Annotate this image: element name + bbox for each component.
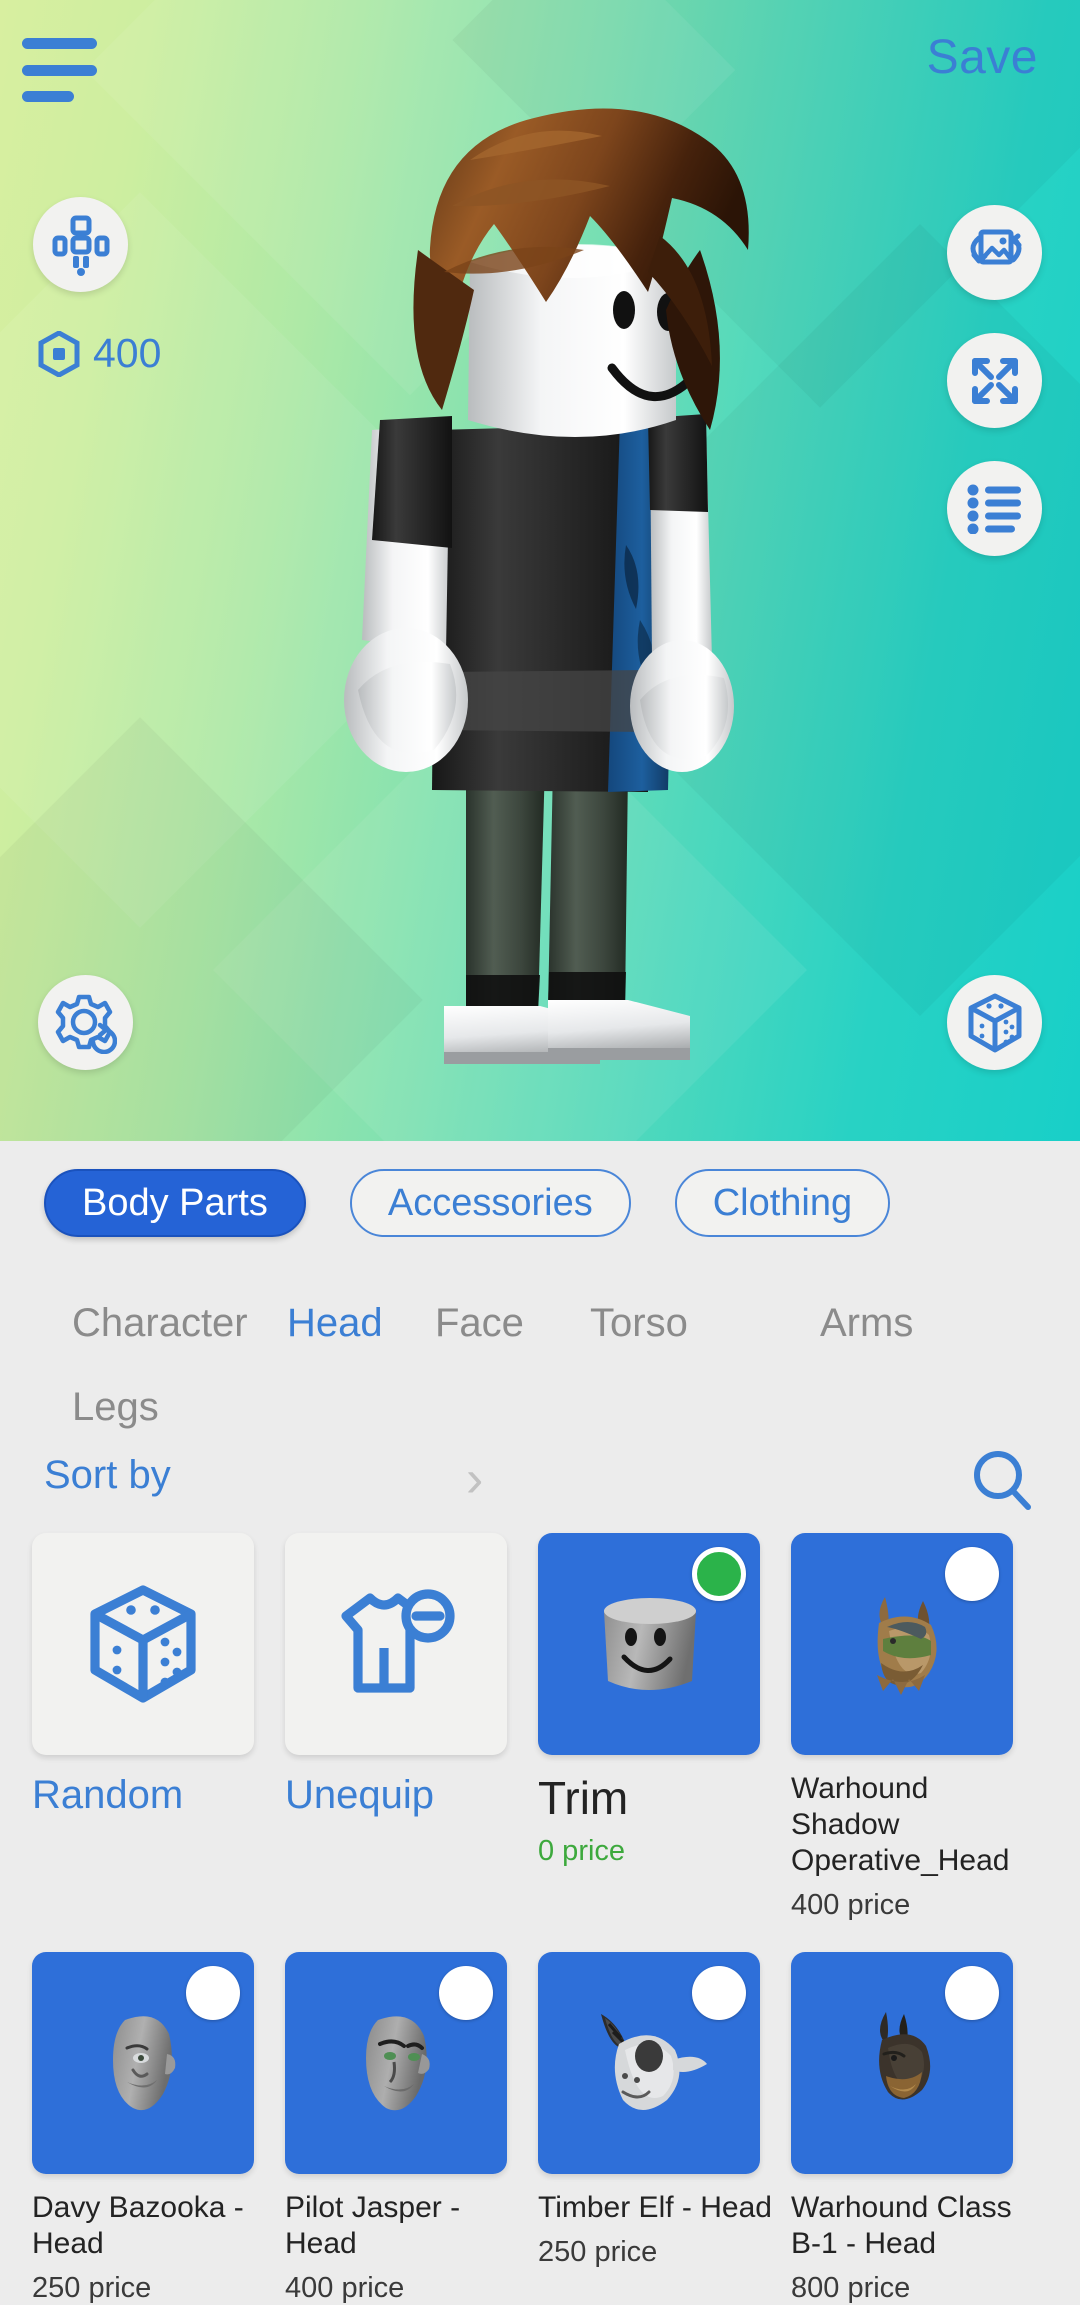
- avatar-character[interactable]: [0, 0, 1080, 1141]
- grid-cell-random: Random: [32, 1533, 285, 1922]
- category-tabs: Body Parts Accessories Clothing: [0, 1169, 1080, 1237]
- tab-accessories[interactable]: Accessories: [349, 1169, 631, 1237]
- cell-price: 400 price: [285, 2272, 405, 2304]
- grid-cell-item: Warhound Shadow Operative_Head 400 price: [791, 1533, 1044, 1922]
- save-button[interactable]: Save: [927, 30, 1038, 85]
- pilot-jasper-head-thumb: [366, 2016, 430, 2111]
- cell-label: Trim: [538, 1772, 629, 1824]
- cell-price: 800 price: [791, 2272, 911, 2304]
- equipped-badge: [692, 1547, 746, 1601]
- warhound-shadow-head-thumb: [877, 1597, 937, 1695]
- tab-label: Clothing: [712, 1181, 853, 1224]
- item-grid: Random Unequip Trim 0 price Warhound Sha…: [0, 1533, 1080, 2305]
- cell-price: 250 price: [32, 2272, 152, 2304]
- subcategory-torso[interactable]: Torso: [590, 1281, 820, 1365]
- expand-button[interactable]: [947, 333, 1042, 428]
- subcategory-arms[interactable]: Arms: [820, 1281, 1035, 1365]
- photo-rotate-button[interactable]: [947, 205, 1042, 300]
- catalog-panel: Body Parts Accessories Clothing Characte…: [0, 1141, 1080, 2304]
- cell-label: Warhound Shadow Operative_Head: [791, 1772, 1010, 1877]
- item-thumbnail-timber-elf[interactable]: [538, 1952, 760, 2174]
- sort-toolbar: Sort by ›: [0, 1441, 1080, 1521]
- avatar-shoes: [444, 1000, 690, 1064]
- item-thumbnail-warhound-b1[interactable]: [791, 1952, 1013, 2174]
- random-button[interactable]: [32, 1533, 254, 1755]
- randomize-button[interactable]: [947, 975, 1042, 1070]
- cell-label: Pilot Jasper - Head: [285, 2191, 461, 2260]
- subcategory-face[interactable]: Face: [435, 1281, 590, 1365]
- expand-arrows-icon: [971, 357, 1018, 404]
- grid-cell-item: Warhound Class B-1 - Head 800 price: [791, 1952, 1044, 2305]
- item-thumbnail-pilot-jasper[interactable]: [285, 1952, 507, 2174]
- tab-label: Accessories: [387, 1181, 593, 1224]
- dice-cube-icon: [968, 993, 1021, 1052]
- cell-label: Warhound Class B-1 - Head: [791, 2191, 1012, 2260]
- cell-price: 400 price: [791, 1889, 911, 1921]
- subcategory-row: Character Head Face Torso Arms Legs: [0, 1281, 1080, 1449]
- robux-hexagon-icon: [38, 330, 80, 377]
- robux-amount: 400: [93, 330, 162, 376]
- tab-label: Body Parts: [82, 1181, 268, 1224]
- grid-cell-item: Davy Bazooka - Head 250 price: [32, 1952, 285, 2305]
- sort-by-button[interactable]: Sort by: [44, 1453, 171, 1498]
- cell-price: 250 price: [538, 2236, 658, 2268]
- menu-line: [22, 38, 97, 49]
- grid-cell-item: Trim 0 price: [538, 1533, 791, 1922]
- menu-line: [22, 64, 97, 76]
- cell-label: Unequip: [285, 1773, 435, 1817]
- grid-cell-item: Pilot Jasper - Head 400 price: [285, 1952, 538, 2305]
- dice-cube-icon: [90, 1585, 196, 1703]
- robux-balance: 400: [38, 330, 161, 377]
- list-button[interactable]: [947, 461, 1042, 556]
- davy-bazooka-head-thumb: [113, 2016, 176, 2111]
- select-badge: [945, 1547, 999, 1601]
- menu-line: [22, 91, 74, 102]
- cell-price: 0 price: [538, 1835, 626, 1867]
- cell-label: Random: [32, 1773, 184, 1817]
- item-thumbnail-trim[interactable]: [538, 1533, 760, 1755]
- tab-clothing[interactable]: Clothing: [674, 1169, 891, 1237]
- grid-cell-item: Timber Elf - Head 250 price: [538, 1952, 791, 2305]
- avatar-body-scale-button[interactable]: [33, 197, 128, 292]
- warhound-b1-head-thumb: [879, 2012, 931, 2100]
- grid-cell-unequip: Unequip: [285, 1533, 538, 1922]
- search-button[interactable]: [968, 1447, 1038, 1517]
- subcategory-head[interactable]: Head: [287, 1281, 435, 1365]
- tab-body-parts[interactable]: Body Parts: [44, 1169, 306, 1237]
- avatar-body-scale-icon: [52, 215, 109, 276]
- search-icon: [974, 1451, 1031, 1510]
- select-badge: [439, 1966, 493, 2020]
- select-badge: [186, 1966, 240, 2020]
- outfit-minus-icon: [341, 1589, 455, 1693]
- item-thumbnail-davy-bazooka[interactable]: [32, 1952, 254, 2174]
- avatar-viewport[interactable]: Save 400: [0, 0, 1080, 1141]
- timber-elf-head-thumb: [601, 2014, 707, 2110]
- cell-label: Timber Elf - Head: [538, 2191, 772, 2224]
- select-badge: [692, 1966, 746, 2020]
- hamburger-menu-icon[interactable]: [22, 30, 132, 110]
- bulleted-list-icon: [967, 484, 1021, 534]
- avatar-legs: [466, 762, 628, 1012]
- item-thumbnail-warhound-shadow[interactable]: [791, 1533, 1013, 1755]
- settings-reset-button[interactable]: [38, 975, 133, 1070]
- select-badge: [945, 1966, 999, 2020]
- subcategory-legs[interactable]: Legs: [72, 1365, 220, 1449]
- cell-label: Davy Bazooka - Head: [32, 2191, 244, 2260]
- subcategory-character[interactable]: Character: [72, 1281, 287, 1365]
- unequip-button[interactable]: [285, 1533, 507, 1755]
- chevron-right-icon[interactable]: ›: [466, 1449, 483, 1509]
- gear-refresh-icon: [55, 994, 117, 1054]
- photo-rotate-icon: [970, 229, 1021, 264]
